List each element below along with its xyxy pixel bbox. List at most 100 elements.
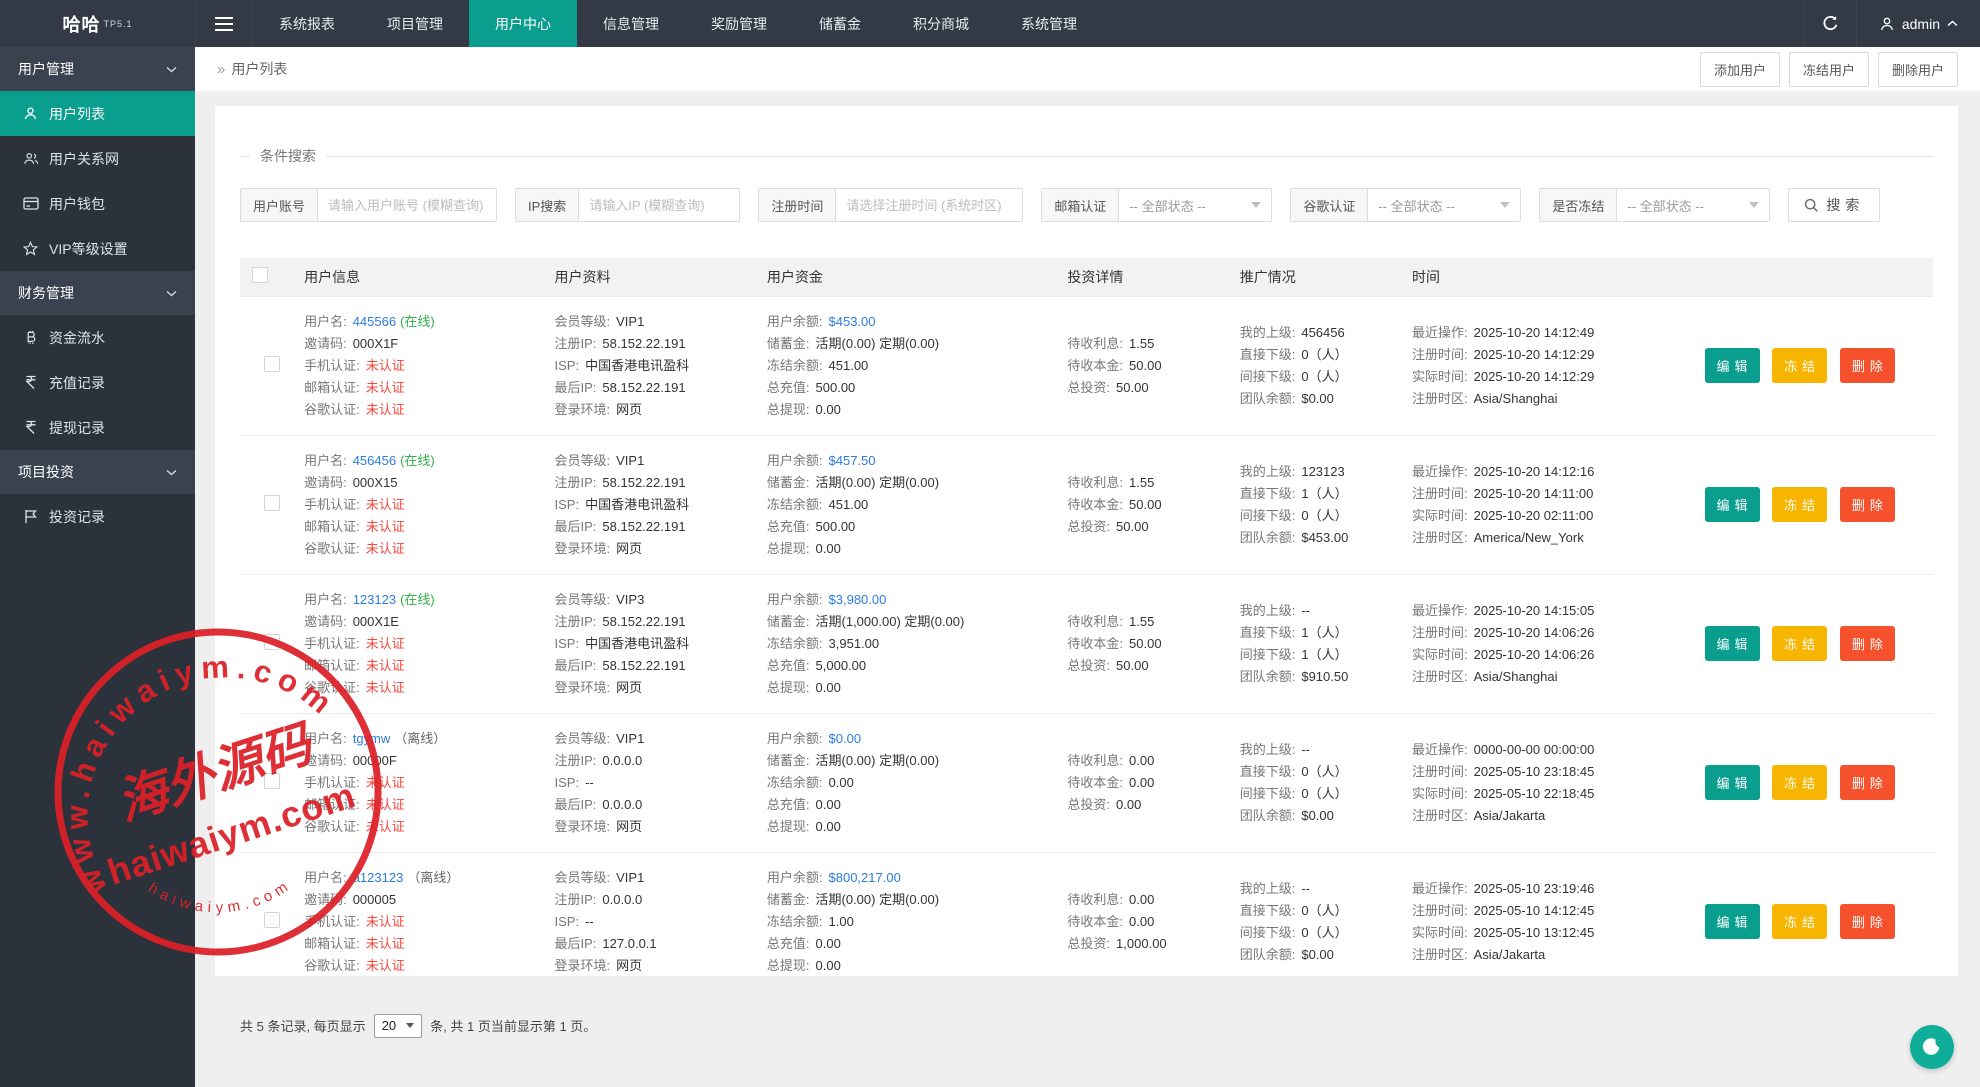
nav-item-savings[interactable]: 储蓄金: [793, 0, 887, 47]
delete-button[interactable]: 删除: [1840, 487, 1895, 522]
freeze-button[interactable]: 冻结: [1772, 487, 1827, 522]
row-checkbox[interactable]: [264, 912, 280, 928]
direct-downline: 0（人）: [1301, 764, 1347, 779]
delete-button[interactable]: 删除: [1840, 626, 1895, 661]
sidebar-item-user-wallet[interactable]: 用户钱包: [0, 181, 195, 226]
register-ip: 58.152.22.191: [602, 336, 685, 351]
nav-item-project-management[interactable]: 项目管理: [361, 0, 469, 47]
admin-menu[interactable]: admin: [1856, 0, 1980, 47]
sidebar-item-recharge-records[interactable]: 充值记录: [0, 360, 195, 405]
row-checkbox[interactable]: [264, 356, 280, 372]
freeze-button[interactable]: 冻结: [1772, 904, 1827, 939]
phone-cert-status: 未认证: [366, 636, 405, 651]
delete-button[interactable]: 删除: [1840, 904, 1895, 939]
sidebar-item-fund-flow[interactable]: 资金流水: [0, 315, 195, 360]
main-nav: 系统报表 项目管理 用户中心 信息管理 奖励管理 储蓄金 积分商城 系统管理: [253, 0, 1103, 47]
sidebar-item-user-network[interactable]: 用户关系网: [0, 136, 195, 181]
delete-button[interactable]: 删除: [1840, 348, 1895, 383]
row-checkbox[interactable]: [264, 773, 280, 789]
nav-item-user-center[interactable]: 用户中心: [469, 0, 577, 47]
account-search-input[interactable]: [318, 189, 496, 221]
frozen-status-select[interactable]: -- 全部状态 --: [1617, 189, 1769, 221]
edit-button[interactable]: 编辑: [1705, 626, 1760, 661]
nav-item-points-mall[interactable]: 积分商城: [887, 0, 995, 47]
cell-promotion: 我的上级:-- 直接下级:0（人） 间接下级:0（人） 团队余额:$0.00: [1228, 852, 1400, 991]
email-cert-status: 未认证: [366, 936, 405, 951]
indirect-downline: 1（人）: [1301, 647, 1347, 662]
edit-button[interactable]: 编辑: [1705, 487, 1760, 522]
nav-item-info-management[interactable]: 信息管理: [577, 0, 685, 47]
table-header-row: 用户信息 用户资料 用户资金 投资详情 推广情况 时间: [240, 258, 1933, 296]
user-icon: [22, 106, 39, 121]
page-size-select[interactable]: 20: [374, 1014, 422, 1038]
username-link[interactable]: tgymw: [353, 731, 391, 746]
last-ip: 127.0.0.1: [602, 936, 656, 951]
edit-button[interactable]: 编辑: [1705, 904, 1760, 939]
cell-user-profile: 会员等级:VIP1 注册IP:58.152.22.191 ISP:中国香港电讯盈…: [543, 435, 755, 574]
register-time-input[interactable]: [836, 189, 1022, 221]
app-version: TP5.1: [103, 19, 132, 29]
row-checkbox[interactable]: [264, 634, 280, 650]
sidebar-section-project-investment[interactable]: 项目投资: [0, 450, 195, 494]
cell-time: 最近操作:0000-00-00 00:00:00 注册时间:2025-05-10…: [1400, 713, 1693, 852]
select-value: -- 全部状态 --: [1627, 196, 1704, 215]
freeze-user-button[interactable]: 冻结用户: [1789, 52, 1869, 87]
col-promotion: 推广情况: [1228, 258, 1400, 296]
page-header-bar: » 用户列表 添加用户 冻结用户 删除用户: [195, 47, 1980, 91]
username-link[interactable]: 123123: [353, 592, 396, 607]
app-logo[interactable]: 哈哈 TP5.1: [0, 0, 195, 47]
user-icon: [1879, 16, 1895, 32]
freeze-button[interactable]: 冻结: [1772, 626, 1827, 661]
upline: --: [1301, 742, 1310, 757]
cell-user-info: 用户名:tgymw（离线） 邀请码:00000F 手机认证:未认证 邮箱认证:未…: [292, 713, 542, 852]
cell-user-profile: 会员等级:VIP1 注册IP:58.152.22.191 ISP:中国香港电讯盈…: [543, 296, 755, 435]
add-user-button[interactable]: 添加用户: [1700, 52, 1780, 87]
email-cert-select[interactable]: -- 全部状态 --: [1119, 189, 1271, 221]
delete-button[interactable]: 删除: [1840, 765, 1895, 800]
search-button[interactable]: 搜索: [1788, 188, 1880, 222]
floating-action-button[interactable]: [1910, 1025, 1954, 1069]
user-balance: $457.50: [829, 453, 876, 468]
invite-code: 000X1F: [353, 336, 399, 351]
row-checkbox[interactable]: [264, 495, 280, 511]
total-invest: 1,000.00: [1116, 936, 1167, 951]
vip-level: VIP1: [616, 731, 644, 746]
nav-item-system-reports[interactable]: 系统报表: [253, 0, 361, 47]
menu-toggle-icon[interactable]: [195, 0, 253, 47]
select-all-checkbox[interactable]: [252, 267, 268, 283]
username-link[interactable]: a123123: [353, 870, 404, 885]
login-env: 网页: [616, 958, 642, 973]
ip-search-input[interactable]: [579, 189, 739, 221]
username-link[interactable]: 445566: [353, 314, 396, 329]
edit-button[interactable]: 编辑: [1705, 348, 1760, 383]
refresh-button[interactable]: [1804, 0, 1856, 47]
total-invest: 0.00: [1116, 797, 1141, 812]
savings: 活期(0.00) 定期(0.00): [816, 336, 940, 351]
nav-item-reward-management[interactable]: 奖励管理: [685, 0, 793, 47]
sidebar-item-withdraw-records[interactable]: 提现记录: [0, 405, 195, 450]
nav-item-system-management[interactable]: 系统管理: [995, 0, 1103, 47]
sidebar-item-vip-level-settings[interactable]: VIP等级设置: [0, 226, 195, 271]
sidebar-section-finance-management[interactable]: 财务管理: [0, 271, 195, 315]
total-recharge: 500.00: [816, 380, 856, 395]
sidebar-item-user-list[interactable]: 用户列表: [0, 91, 195, 136]
google-cert-select[interactable]: -- 全部状态 --: [1368, 189, 1520, 221]
pending-principal: 50.00: [1129, 636, 1162, 651]
login-env: 网页: [616, 680, 642, 695]
online-status: （离线）: [407, 870, 459, 885]
username-link[interactable]: 456456: [353, 453, 396, 468]
sidebar-item-investment-records[interactable]: 投资记录: [0, 494, 195, 539]
breadcrumb-symbol: »: [217, 61, 225, 78]
direct-downline: 0（人）: [1301, 347, 1347, 362]
freeze-button[interactable]: 冻结: [1772, 348, 1827, 383]
edit-button[interactable]: 编辑: [1705, 765, 1760, 800]
freeze-button[interactable]: 冻结: [1772, 765, 1827, 800]
frozen-status-label: 是否冻结: [1540, 189, 1617, 221]
table-row: 用户名:456456(在线) 邀请码:000X15 手机认证:未认证 邮箱认证:…: [240, 435, 1933, 574]
cell-user-info: 用户名:123123(在线) 邀请码:000X1E 手机认证:未认证 邮箱认证:…: [292, 574, 542, 713]
delete-user-button[interactable]: 删除用户: [1878, 52, 1958, 87]
frozen-balance: 0.00: [829, 775, 854, 790]
cell-user-funds: 用户余额:$457.50 储蓄金:活期(0.00) 定期(0.00) 冻结余额:…: [755, 435, 1056, 574]
table-row: 用户名:tgymw（离线） 邀请码:00000F 手机认证:未认证 邮箱认证:未…: [240, 713, 1933, 852]
sidebar-section-user-management[interactable]: 用户管理: [0, 47, 195, 91]
